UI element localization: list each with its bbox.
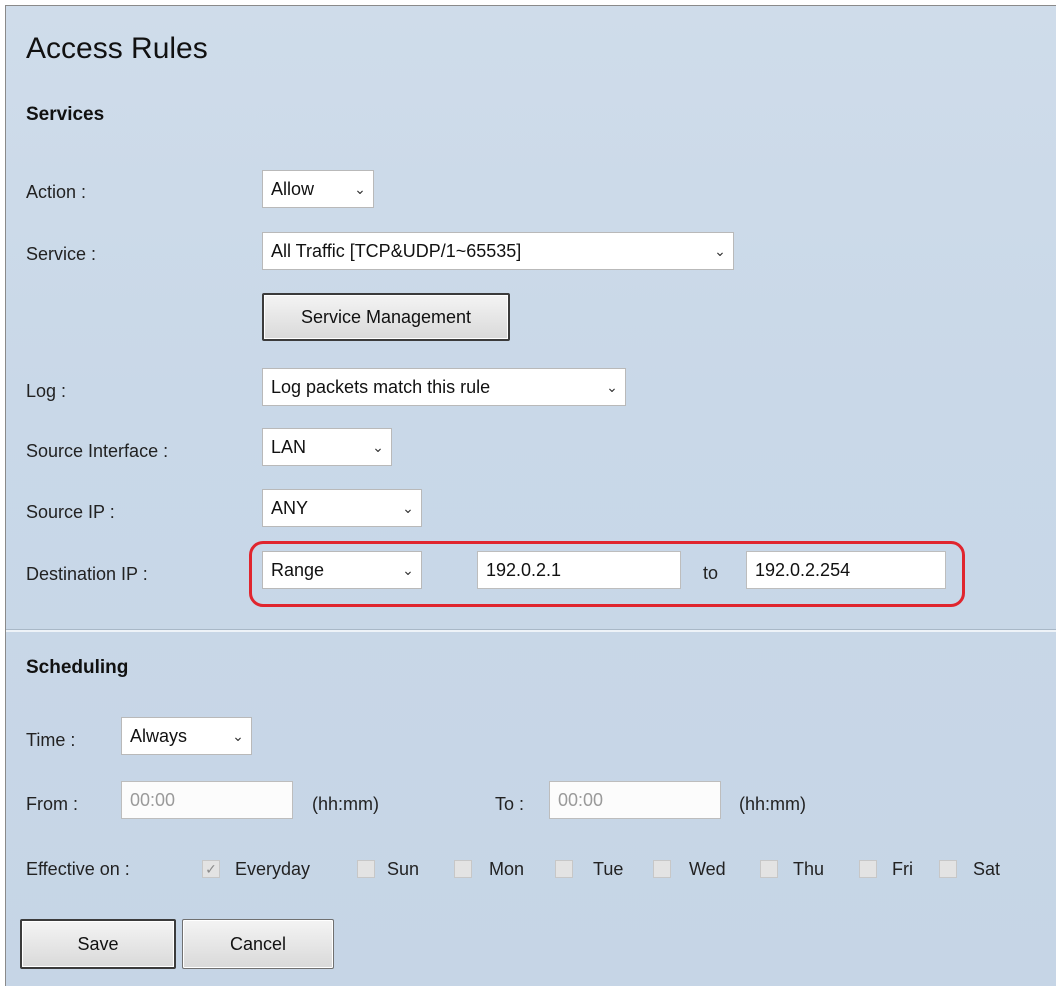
mon-label: Mon	[489, 859, 525, 879]
destination-ip-highlight	[249, 541, 965, 607]
wed-label: Wed	[689, 859, 726, 879]
section-divider	[6, 629, 1056, 632]
to-unit-label: (hh:mm)	[739, 794, 806, 814]
effective-on-label: Effective on :	[26, 859, 130, 879]
service-select-value: All Traffic [TCP&UDP/1~65535]	[271, 240, 522, 261]
sun-label: Sun	[387, 859, 420, 879]
time-select-value: Always	[130, 725, 188, 746]
page-title: Access Rules	[26, 32, 208, 65]
service-label: Service :	[26, 244, 97, 264]
to-time-input[interactable]: 00:00	[549, 781, 721, 819]
chevron-down-icon: ⌄	[714, 242, 726, 259]
log-select[interactable]: Log packets match this rule ⌄	[262, 368, 626, 406]
thu-label: Thu	[793, 859, 825, 879]
chevron-down-icon: ⌄	[402, 499, 414, 516]
services-heading: Services	[26, 104, 105, 125]
service-management-button[interactable]: Service Management	[262, 293, 510, 341]
from-time-input[interactable]: 00:00	[121, 781, 293, 819]
source-interface-select[interactable]: LAN ⌄	[262, 428, 392, 466]
tue-checkbox[interactable]	[555, 860, 573, 878]
source-interface-label: Source Interface :	[26, 441, 169, 461]
action-label: Action :	[26, 182, 87, 202]
fri-label: Fri	[892, 859, 913, 879]
access-rules-panel: Access Rules Services Action : Allow ⌄ S…	[5, 5, 1056, 986]
sun-checkbox[interactable]	[357, 860, 375, 878]
everyday-label: Everyday	[235, 859, 311, 879]
source-interface-select-value: LAN	[271, 436, 307, 457]
time-select[interactable]: Always ⌄	[121, 717, 252, 755]
time-label: Time :	[26, 730, 76, 750]
chevron-down-icon: ⌄	[232, 727, 244, 744]
from-label: From :	[26, 794, 78, 814]
chevron-down-icon: ⌄	[372, 438, 384, 455]
mon-checkbox[interactable]	[454, 860, 472, 878]
scheduling-heading: Scheduling	[26, 657, 129, 678]
source-ip-select-value: ANY	[271, 497, 309, 518]
sat-checkbox[interactable]	[939, 860, 957, 878]
cancel-button[interactable]: Cancel	[182, 919, 334, 969]
thu-checkbox[interactable]	[760, 860, 778, 878]
source-ip-select[interactable]: ANY ⌄	[262, 489, 422, 527]
chevron-down-icon: ⌄	[354, 180, 366, 197]
sat-label: Sat	[973, 859, 1001, 879]
fri-checkbox[interactable]	[859, 860, 877, 878]
tue-label: Tue	[593, 859, 624, 879]
log-select-value: Log packets match this rule	[271, 376, 491, 397]
to-label: To :	[495, 794, 525, 814]
destination-ip-label: Destination IP :	[26, 564, 148, 584]
service-select[interactable]: All Traffic [TCP&UDP/1~65535] ⌄	[262, 232, 734, 270]
chevron-down-icon: ⌄	[606, 378, 618, 395]
action-select-value: Allow	[271, 178, 315, 199]
from-unit-label: (hh:mm)	[312, 794, 379, 814]
action-select[interactable]: Allow ⌄	[262, 170, 374, 208]
wed-checkbox[interactable]	[653, 860, 671, 878]
log-label: Log :	[26, 381, 67, 401]
everyday-checkbox[interactable]: ✓	[202, 860, 220, 878]
save-button[interactable]: Save	[20, 919, 176, 969]
source-ip-label: Source IP :	[26, 502, 115, 522]
